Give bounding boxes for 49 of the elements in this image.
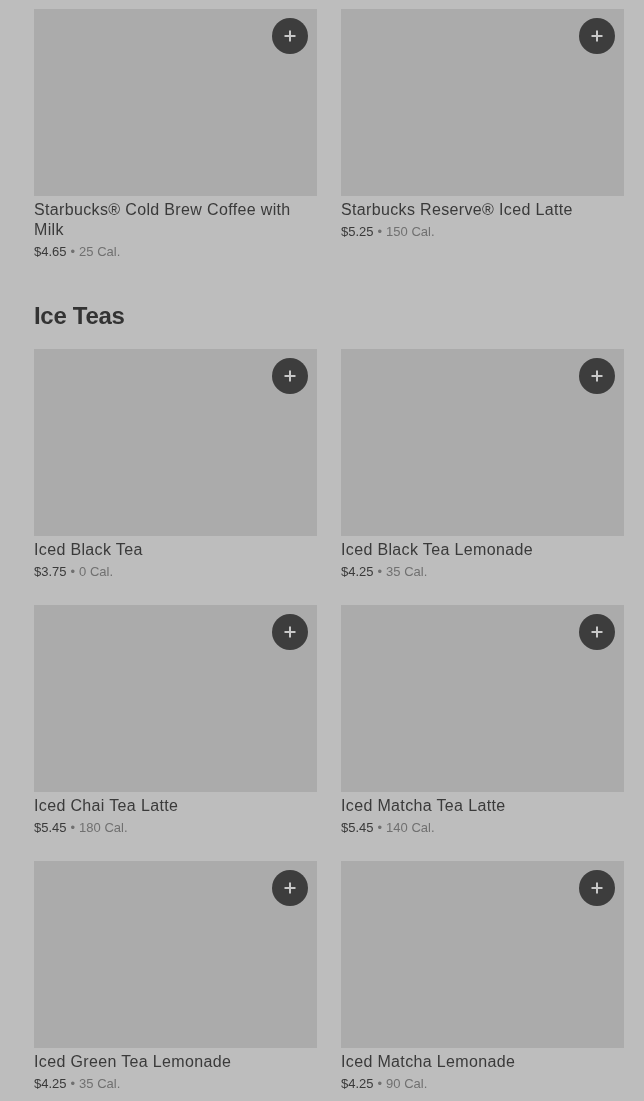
item-name: Iced Matcha Tea Latte <box>341 796 507 816</box>
add-button[interactable] <box>579 614 615 650</box>
price: $5.25 <box>341 223 374 240</box>
plus-icon <box>591 626 603 638</box>
plus-icon <box>591 30 603 42</box>
price: $4.65 <box>34 243 67 260</box>
item-name: Starbucks® Cold Brew Coffee with Milk <box>34 200 292 240</box>
plus-icon <box>591 882 603 894</box>
item-name: Iced Chai Tea Latte <box>34 796 180 816</box>
calories: 90 Cal. <box>386 1075 428 1092</box>
separator: • <box>70 819 76 836</box>
price: $4.25 <box>34 1075 67 1092</box>
separator: • <box>377 819 383 836</box>
plus-icon <box>284 30 296 42</box>
item-name: Iced Matcha Lemonade <box>341 1052 517 1072</box>
calories: 150 Cal. <box>386 223 435 240</box>
separator: • <box>70 563 76 580</box>
calories: 180 Cal. <box>79 819 128 836</box>
calories: 0 Cal. <box>79 563 114 580</box>
add-button[interactable] <box>272 18 308 54</box>
plus-icon <box>591 370 603 382</box>
price: $3.75 <box>34 563 67 580</box>
item-name: Iced Black Tea <box>34 540 144 560</box>
plus-icon <box>284 882 296 894</box>
separator: • <box>377 563 383 580</box>
add-button[interactable] <box>579 870 615 906</box>
separator: • <box>70 1075 76 1092</box>
separator: • <box>70 243 76 260</box>
section-heading: Ice Teas <box>34 301 126 331</box>
price: $5.45 <box>34 819 67 836</box>
price: $4.25 <box>341 1075 374 1092</box>
calories: 35 Cal. <box>386 563 428 580</box>
add-button[interactable] <box>579 18 615 54</box>
item-name: Starbucks Reserve® Iced Latte <box>341 200 574 220</box>
item-name: Iced Green Tea Lemonade <box>34 1052 233 1072</box>
separator: • <box>377 1075 383 1092</box>
calories: 35 Cal. <box>79 1075 121 1092</box>
calories: 25 Cal. <box>79 243 121 260</box>
price: $5.45 <box>341 819 374 836</box>
add-button[interactable] <box>579 358 615 394</box>
item-name: Iced Black Tea Lemonade <box>341 540 534 560</box>
plus-icon <box>284 370 296 382</box>
add-button[interactable] <box>272 614 308 650</box>
separator: • <box>377 223 383 240</box>
plus-icon <box>284 626 296 638</box>
add-button[interactable] <box>272 358 308 394</box>
add-button[interactable] <box>272 870 308 906</box>
calories: 140 Cal. <box>386 819 435 836</box>
price: $4.25 <box>341 563 374 580</box>
